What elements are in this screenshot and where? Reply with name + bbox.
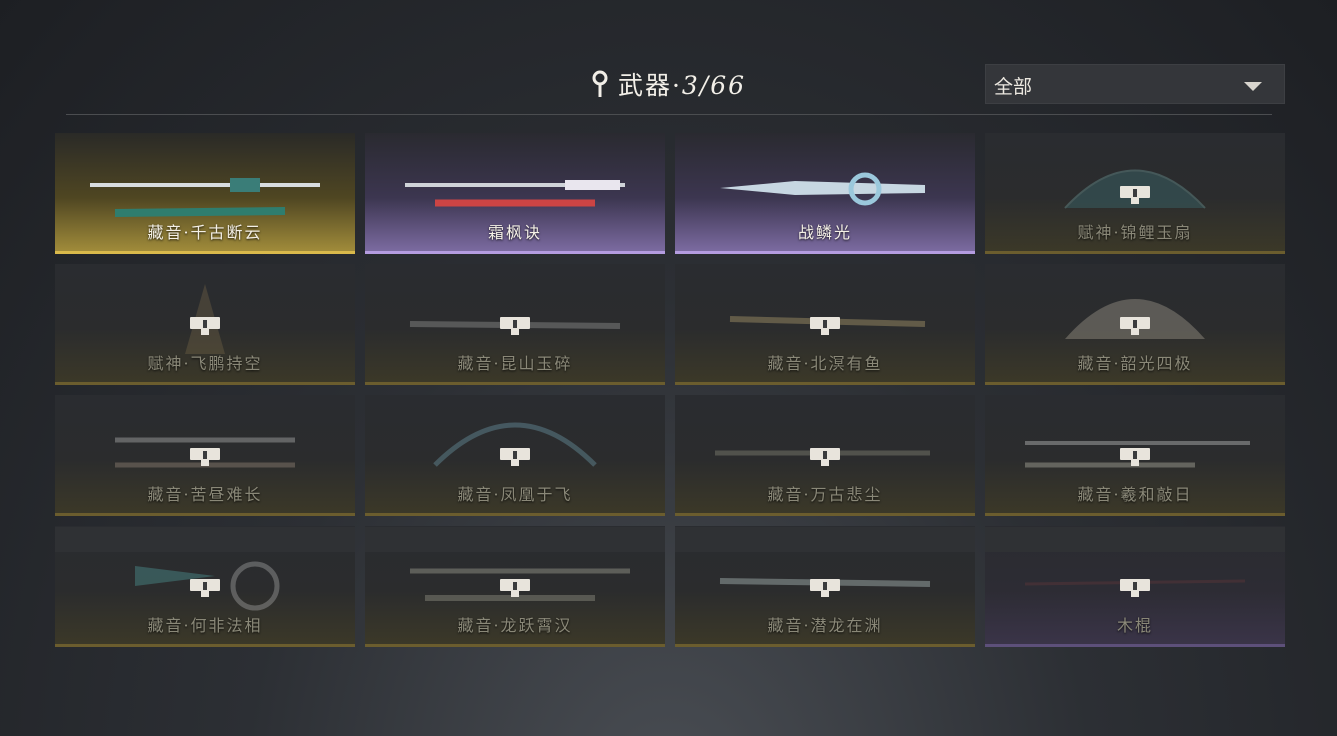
weapon-card[interactable]: 藏音·凤凰于飞: [365, 395, 665, 516]
weapon-name: 藏音·潜龙在渊: [767, 616, 883, 635]
weapon-image: [1064, 169, 1206, 209]
weapon-card[interactable]: 藏音·万古悲尘: [675, 395, 975, 516]
weapon-card-partial[interactable]: [985, 527, 1285, 552]
weapon-name: 藏音·千古断云: [147, 223, 263, 242]
weapon-card[interactable]: 战鳞光: [675, 133, 975, 254]
page-header: 武器·3/66 全部: [66, 58, 1285, 115]
weapon-name: 藏音·凤凰于飞: [457, 485, 573, 504]
weapon-image: [729, 316, 926, 327]
lock-icon: [810, 579, 840, 597]
location-pin-icon: [592, 70, 608, 104]
weapon-name: 战鳞光: [797, 223, 852, 242]
weapon-image: [90, 178, 320, 217]
weapon-image: [715, 450, 930, 456]
weapon-name: 藏音·苦昼难长: [147, 485, 263, 504]
chevron-down-icon: [1244, 82, 1262, 91]
weapon-card-partial[interactable]: [675, 527, 975, 552]
weapon-image: [405, 180, 625, 207]
weapon-card[interactable]: 藏音·昆山玉碎: [365, 264, 665, 385]
weapon-image: [185, 284, 225, 354]
weapon-name: 木棍: [1116, 616, 1153, 635]
weapon-card-partial[interactable]: [55, 527, 355, 552]
filter-dropdown[interactable]: 全部: [985, 64, 1285, 104]
lock-icon: [810, 448, 840, 466]
weapon-image: [433, 422, 597, 467]
weapon-card[interactable]: 藏音·苦昼难长: [55, 395, 355, 516]
weapon-name: 藏音·昆山玉碎: [457, 354, 573, 373]
lock-icon: [190, 448, 220, 466]
title-text: 武器: [617, 71, 672, 100]
weapon-image: [1025, 441, 1250, 468]
weapon-name: 藏音·万古悲尘: [767, 485, 883, 504]
weapon-card[interactable]: 赋神·锦鲤玉扇: [985, 133, 1285, 254]
weapon-card[interactable]: 霜枫诀: [365, 133, 665, 254]
weapon-card[interactable]: 藏音·千古断云: [55, 133, 355, 254]
weapon-image: [720, 172, 925, 206]
weapon-card[interactable]: 藏音·北溟有鱼: [675, 264, 975, 385]
lock-icon: [190, 317, 220, 335]
weapon-name: 赋神·锦鲤玉扇: [1077, 223, 1193, 242]
lock-icon: [810, 317, 840, 335]
weapon-card[interactable]: 藏音·羲和敲日: [985, 395, 1285, 516]
weapon-name: 藏音·羲和敲日: [1077, 485, 1193, 504]
weapon-card[interactable]: 藏音·韶光四极: [985, 264, 1285, 385]
weapon-name: 藏音·何非法相: [147, 616, 263, 635]
lock-icon: [1120, 317, 1150, 335]
weapon-card[interactable]: 赋神·飞鹏持空: [55, 264, 355, 385]
title-separator: ·: [671, 71, 682, 100]
lock-icon: [190, 579, 220, 597]
lock-icon: [1120, 448, 1150, 466]
weapon-image: [1065, 299, 1205, 339]
lock-icon: [1120, 579, 1150, 597]
weapon-image: [115, 437, 295, 468]
weapon-name: 藏音·龙跃霄汉: [457, 616, 573, 635]
weapon-name: 霜枫诀: [487, 223, 542, 242]
lock-icon: [500, 579, 530, 597]
weapon-name: 赋神·飞鹏持空: [147, 354, 263, 373]
weapon-image: [409, 321, 621, 329]
weapon-card-partial[interactable]: [365, 527, 665, 552]
weapon-name: 藏音·韶光四极: [1077, 354, 1193, 373]
weapon-name: 藏音·北溟有鱼: [767, 354, 883, 373]
lock-icon: [500, 317, 530, 335]
lock-icon: [1120, 186, 1150, 204]
unlock-count: 3/66: [681, 71, 747, 100]
lock-icon: [500, 448, 530, 466]
filter-selected-value: 全部: [994, 76, 1033, 98]
